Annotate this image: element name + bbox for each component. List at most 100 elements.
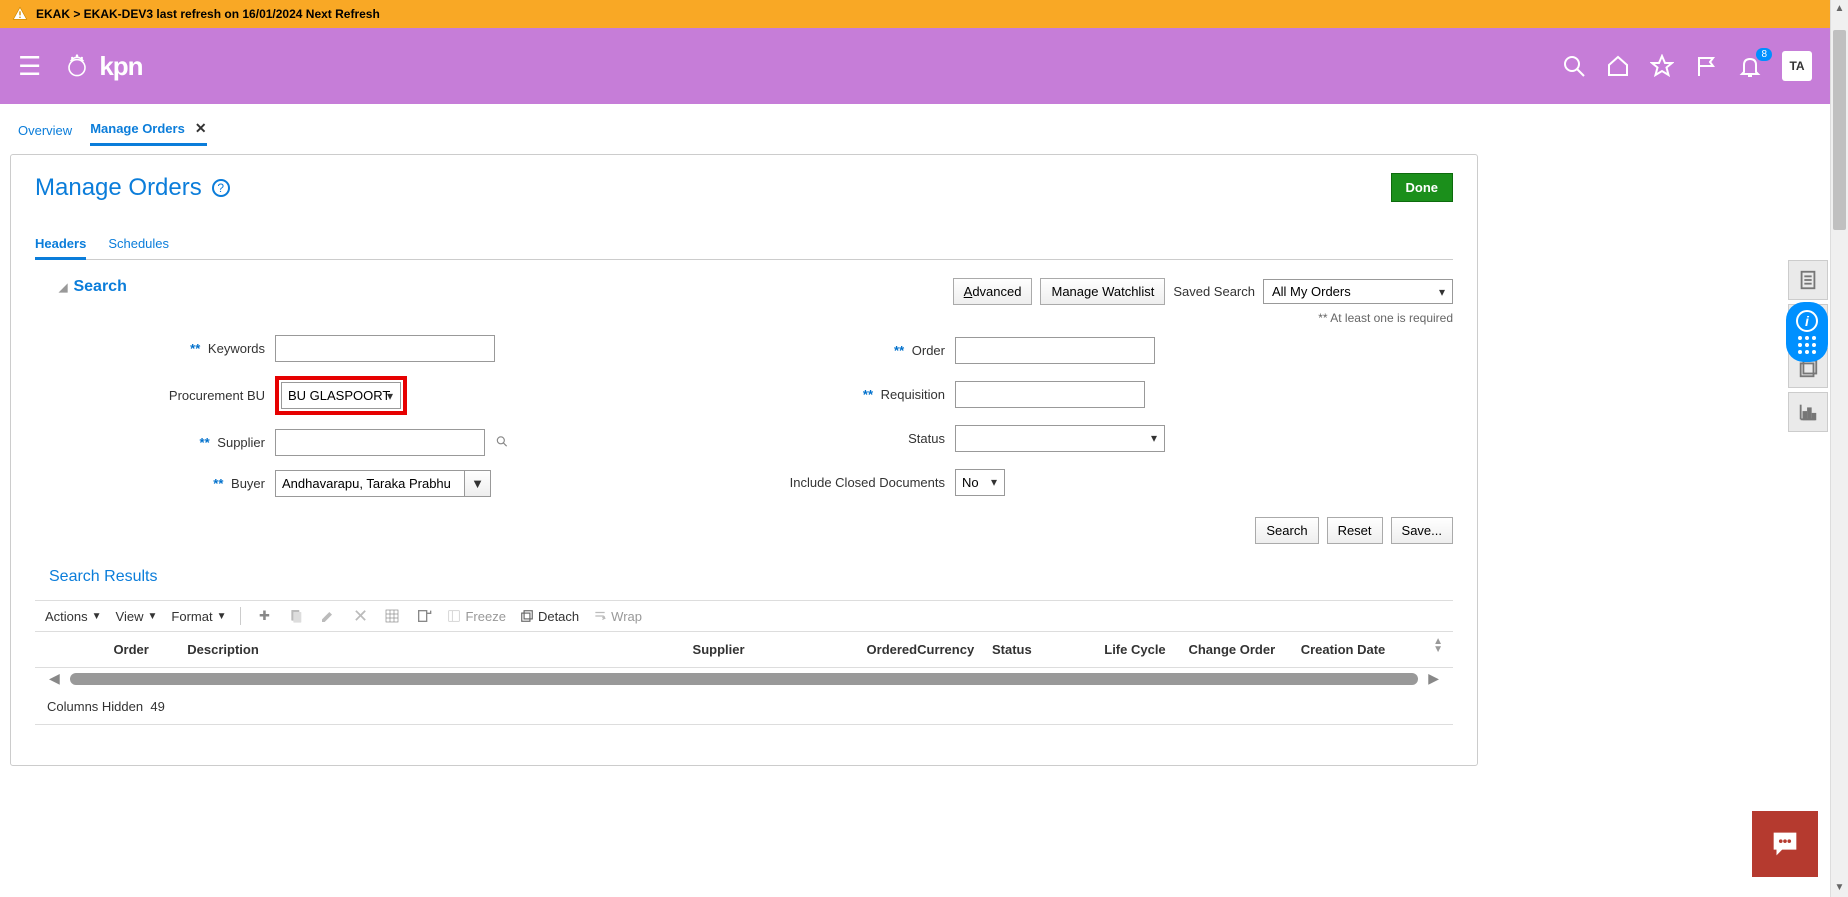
scroll-down-icon[interactable]: ▼ bbox=[1831, 879, 1848, 897]
notification-badge: 8 bbox=[1756, 48, 1772, 61]
columns-hidden-label: Columns Hidden bbox=[47, 699, 143, 714]
advanced-key: A bbox=[964, 284, 973, 299]
app-header: ☰ kpn 8 TA bbox=[0, 28, 1830, 104]
warning-icon bbox=[12, 6, 28, 22]
saved-search-select[interactable]: All My Orders bbox=[1263, 279, 1453, 304]
tab-label: Overview bbox=[18, 123, 72, 138]
reset-button[interactable]: Reset bbox=[1327, 517, 1383, 544]
col-currency[interactable]: Currency bbox=[917, 642, 992, 657]
supplier-input[interactable] bbox=[275, 429, 485, 456]
supplier-label: ** Supplier bbox=[75, 435, 275, 450]
duplicate-icon[interactable] bbox=[287, 607, 305, 625]
edit-icon[interactable] bbox=[319, 607, 337, 625]
col-description[interactable]: Description bbox=[187, 642, 692, 657]
grid-icon[interactable] bbox=[383, 607, 401, 625]
search-title-text: Search bbox=[73, 278, 126, 296]
freeze-button[interactable]: Freeze bbox=[447, 609, 505, 624]
scrollbar-thumb[interactable] bbox=[1833, 30, 1846, 230]
menu-button[interactable]: ☰ bbox=[18, 51, 41, 82]
close-icon[interactable]: ✕ bbox=[195, 120, 207, 137]
search-icon[interactable] bbox=[1562, 54, 1586, 78]
rail-document-icon[interactable] bbox=[1788, 260, 1828, 300]
col-change-order[interactable]: Change Order bbox=[1188, 642, 1300, 657]
advanced-button[interactable]: Advanced bbox=[953, 278, 1033, 305]
page-title: Manage Orders ? bbox=[35, 174, 230, 202]
order-label: ** Order bbox=[695, 343, 955, 358]
search-section-title[interactable]: ◢ Search bbox=[59, 278, 127, 296]
buyer-dropdown-button[interactable]: ▼ bbox=[465, 470, 491, 497]
results-title: Search Results bbox=[49, 568, 1453, 586]
notification-text: EKAK > EKAK-DEV3 last refresh on 16/01/2… bbox=[36, 7, 380, 21]
help-icon[interactable]: ? bbox=[212, 179, 230, 197]
home-icon[interactable] bbox=[1606, 54, 1630, 78]
procurement-bu-select[interactable]: BU GLASPOORT bbox=[281, 382, 401, 409]
sort-arrows-icon[interactable]: ▲▼ bbox=[1433, 638, 1443, 654]
done-button[interactable]: Done bbox=[1391, 173, 1454, 202]
wrap-button[interactable]: Wrap bbox=[593, 609, 642, 624]
col-order[interactable]: Order bbox=[75, 642, 187, 657]
main-tabs: Overview Manage Orders ✕ bbox=[0, 104, 1848, 146]
procurement-bu-label: Procurement BU bbox=[75, 388, 275, 403]
collapse-icon: ◢ bbox=[59, 281, 67, 294]
keywords-input[interactable] bbox=[275, 335, 495, 362]
col-supplier[interactable]: Supplier bbox=[693, 642, 843, 657]
keypad-icon bbox=[1798, 336, 1816, 354]
view-menu[interactable]: View ▼ bbox=[116, 609, 158, 624]
status-label: Status bbox=[695, 431, 955, 446]
tab-overview[interactable]: Overview bbox=[18, 114, 72, 146]
rail-chart-icon[interactable] bbox=[1788, 392, 1828, 432]
col-status[interactable]: Status bbox=[992, 642, 1104, 657]
scroll-up-icon[interactable]: ▲ bbox=[1831, 0, 1848, 18]
procurement-bu-highlight: BU GLASPOORT bbox=[275, 376, 407, 415]
star-icon[interactable] bbox=[1650, 54, 1674, 78]
manage-watchlist-button[interactable]: Manage Watchlist bbox=[1040, 278, 1165, 305]
sub-tabs: Headers Schedules bbox=[35, 230, 1453, 260]
export-icon[interactable] bbox=[415, 607, 433, 625]
buyer-input[interactable] bbox=[275, 470, 465, 497]
search-button[interactable]: Search bbox=[1255, 517, 1318, 544]
save-button[interactable]: Save... bbox=[1391, 517, 1453, 544]
format-menu[interactable]: Format ▼ bbox=[171, 609, 226, 624]
table-header: Order Description Supplier Ordered Curre… bbox=[35, 632, 1453, 668]
col-ordered[interactable]: Ordered bbox=[842, 642, 917, 657]
flag-icon[interactable] bbox=[1694, 54, 1718, 78]
columns-hidden-count: 49 bbox=[150, 699, 164, 714]
chat-fab[interactable] bbox=[1752, 811, 1818, 877]
bell-icon[interactable]: 8 bbox=[1738, 54, 1762, 78]
info-pill[interactable]: i bbox=[1786, 302, 1828, 362]
actions-menu[interactable]: Actions ▼ bbox=[45, 609, 102, 624]
notification-bar: EKAK > EKAK-DEV3 last refresh on 16/01/2… bbox=[0, 0, 1830, 28]
required-note: ** At least one is required bbox=[35, 311, 1453, 325]
buyer-label: ** Buyer bbox=[75, 476, 275, 491]
content-panel: Manage Orders ? Done Headers Schedules ◢… bbox=[10, 154, 1478, 766]
status-select[interactable] bbox=[955, 425, 1165, 452]
logo[interactable]: kpn bbox=[61, 50, 142, 82]
horizontal-scrollbar[interactable]: ◀ ▶ bbox=[35, 668, 1453, 689]
order-input[interactable] bbox=[955, 337, 1155, 364]
tab-manage-orders[interactable]: Manage Orders ✕ bbox=[90, 114, 206, 146]
subtab-headers[interactable]: Headers bbox=[35, 230, 86, 260]
col-creation-date[interactable]: Creation Date bbox=[1301, 642, 1413, 657]
logo-text: kpn bbox=[99, 51, 142, 82]
avatar[interactable]: TA bbox=[1782, 51, 1812, 81]
page-title-text: Manage Orders bbox=[35, 174, 202, 202]
scroll-right-icon[interactable]: ▶ bbox=[1424, 670, 1443, 687]
results-toolbar: Actions ▼ View ▼ Format ▼ ✚ ✕ Freeze Det… bbox=[35, 600, 1453, 632]
info-icon: i bbox=[1796, 310, 1818, 332]
delete-icon[interactable]: ✕ bbox=[351, 607, 369, 625]
scrollbar-track[interactable] bbox=[70, 673, 1418, 685]
scroll-left-icon[interactable]: ◀ bbox=[45, 670, 64, 687]
include-closed-label: Include Closed Documents bbox=[695, 475, 955, 490]
requisition-input[interactable] bbox=[955, 381, 1145, 408]
saved-search-label: Saved Search bbox=[1173, 284, 1255, 299]
add-icon[interactable]: ✚ bbox=[255, 607, 273, 625]
requisition-label: ** Requisition bbox=[695, 387, 955, 402]
search-icon[interactable] bbox=[495, 434, 509, 451]
columns-hidden-row: Columns Hidden 49 bbox=[35, 689, 1453, 725]
subtab-schedules[interactable]: Schedules bbox=[108, 230, 169, 259]
keywords-label: ** Keywords bbox=[75, 341, 275, 356]
detach-button[interactable]: Detach bbox=[520, 609, 579, 624]
include-closed-select[interactable]: No bbox=[955, 469, 1005, 496]
vertical-scrollbar[interactable]: ▲ ▼ bbox=[1830, 0, 1848, 897]
col-life-cycle[interactable]: Life Cycle bbox=[1104, 642, 1188, 657]
